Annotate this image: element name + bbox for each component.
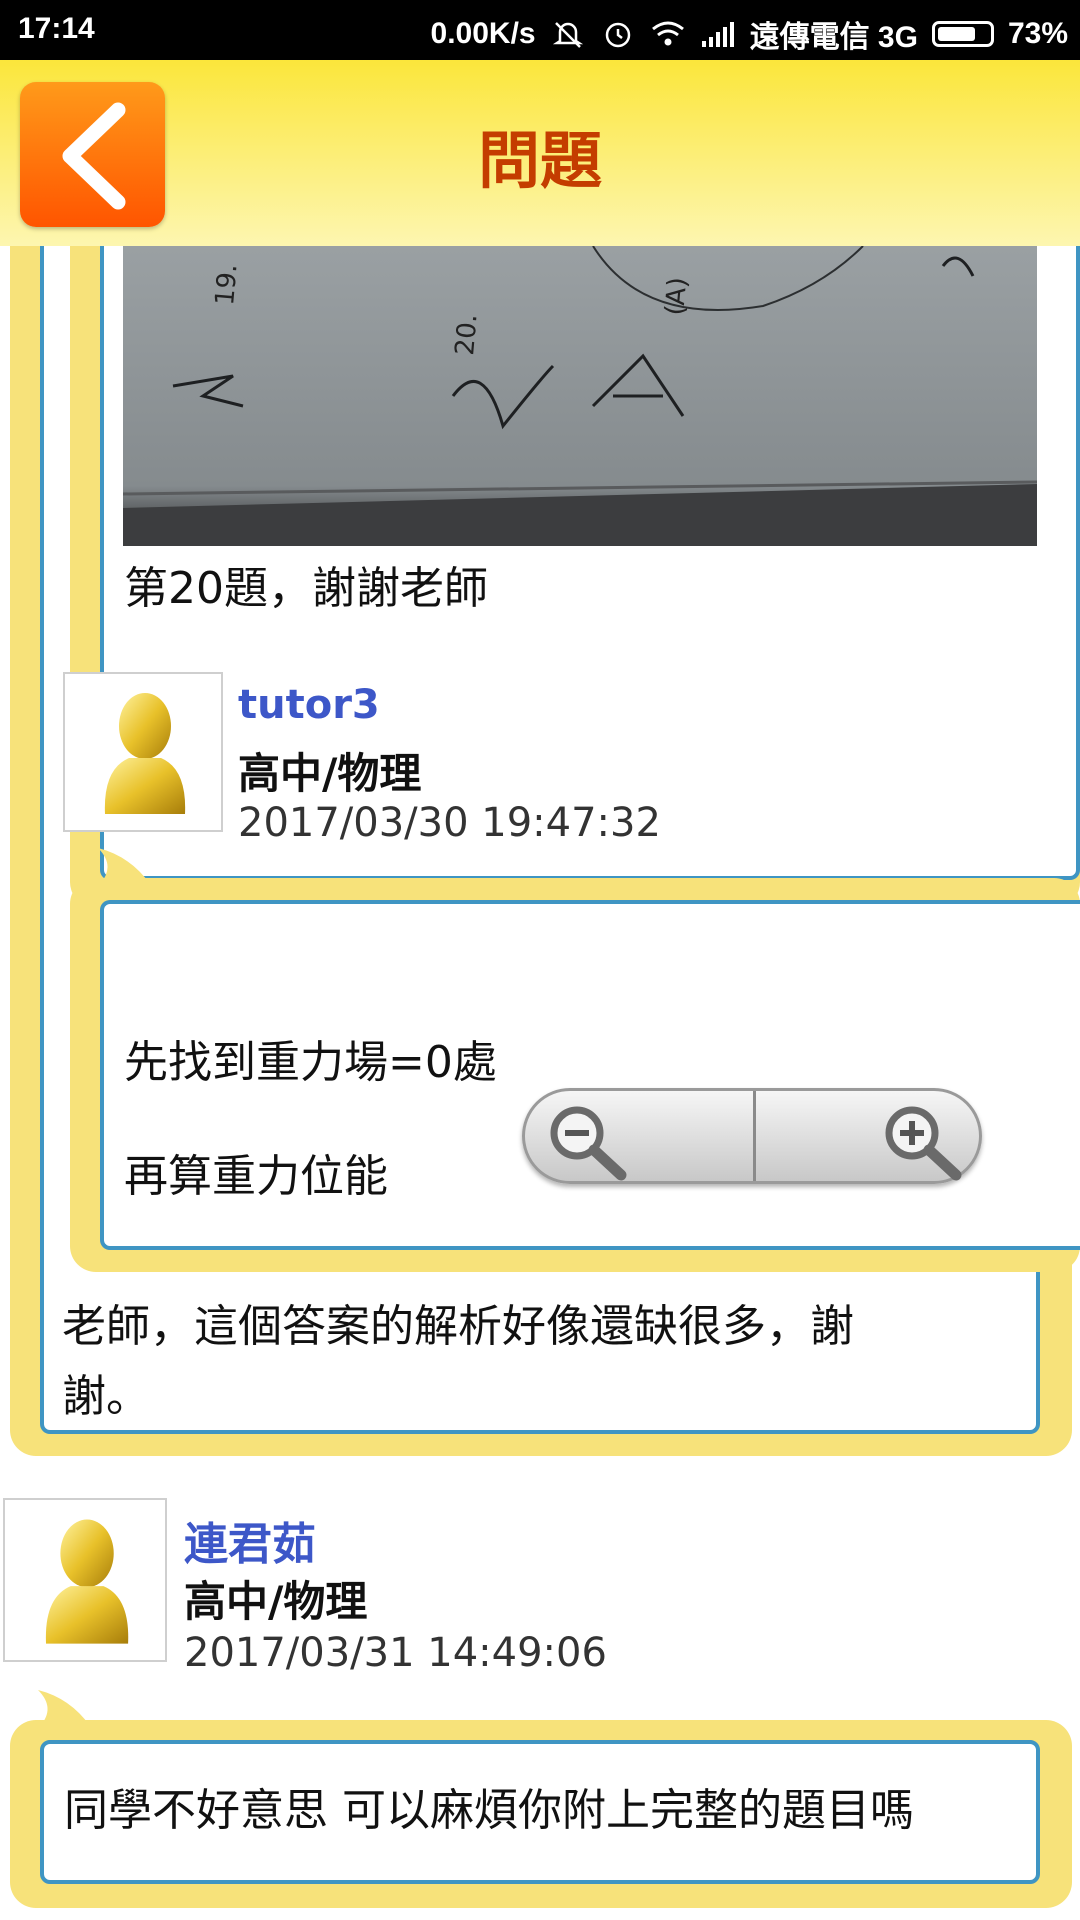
zoom-out-button[interactable] xyxy=(525,1091,753,1181)
attached-photo[interactable]: 19. 20. (A) xyxy=(123,246,1037,546)
zoom-in-icon xyxy=(885,1106,962,1181)
message-caption: 第20題，謝謝老師 xyxy=(124,563,488,614)
user-avatar-icon xyxy=(104,693,186,814)
author-name[interactable]: tutor3 xyxy=(238,682,380,728)
message-thread[interactable]: 19. 20. (A) 第20題，謝謝老師 tutor3 高中/物理 2017/… xyxy=(0,246,1080,1920)
author-subject: 高中/物理 xyxy=(238,749,422,798)
message-timestamp: 2017/03/30 19:47:32 xyxy=(238,800,661,846)
alarm-icon xyxy=(600,19,636,49)
status-right: 0.00K/s 遠傳電信 3G 73% xyxy=(431,12,1068,56)
author-subject: 高中/物理 xyxy=(184,1577,368,1626)
message-timestamp: 2017/03/31 14:49:06 xyxy=(184,1630,607,1676)
message-line: 再算重力位能 xyxy=(124,1151,388,1202)
photo-text-20: 20. xyxy=(450,313,483,357)
status-time: 17:14 xyxy=(18,12,95,45)
message-line: 老師，這個答案的解析好像還缺很多，謝 xyxy=(62,1301,854,1352)
zoom-controls xyxy=(522,1088,982,1184)
wifi-icon xyxy=(650,19,686,49)
user-avatar-icon xyxy=(45,1519,129,1644)
zoom-out-icon xyxy=(550,1106,627,1181)
page-title: 問題 xyxy=(477,124,602,197)
message-text: 同學不好意思 可以麻煩你附上完整的題目嗎 xyxy=(64,1785,914,1836)
battery-level xyxy=(937,27,975,41)
signal-icon xyxy=(700,19,736,49)
carrier-name: 遠傳電信 3G xyxy=(749,21,918,54)
mute-icon xyxy=(550,19,586,49)
message-text: 老師，這個答案的解析好像還缺很多，謝 謝。 xyxy=(62,1292,962,1432)
avatar[interactable] xyxy=(3,1498,167,1662)
message-line: 先找到重力場=0處 xyxy=(124,1037,497,1088)
status-bar: 17:14 0.00K/s 遠傳電信 3G 73% xyxy=(0,0,1080,60)
message-line: 謝。 xyxy=(62,1371,150,1422)
battery-icon xyxy=(931,21,994,47)
network-speed: 0.00K/s xyxy=(430,17,536,50)
avatar[interactable] xyxy=(63,672,223,832)
author-name[interactable]: 連君茹 xyxy=(184,1508,316,1572)
battery-percent: 73% xyxy=(1007,17,1068,50)
app-header: 問題 xyxy=(0,60,1080,246)
photo-content: 19. 20. (A) xyxy=(123,246,1037,546)
zoom-in-button[interactable] xyxy=(756,1091,979,1181)
photo-text-a: (A) xyxy=(660,276,693,317)
photo-text-19: 19. xyxy=(210,263,243,307)
